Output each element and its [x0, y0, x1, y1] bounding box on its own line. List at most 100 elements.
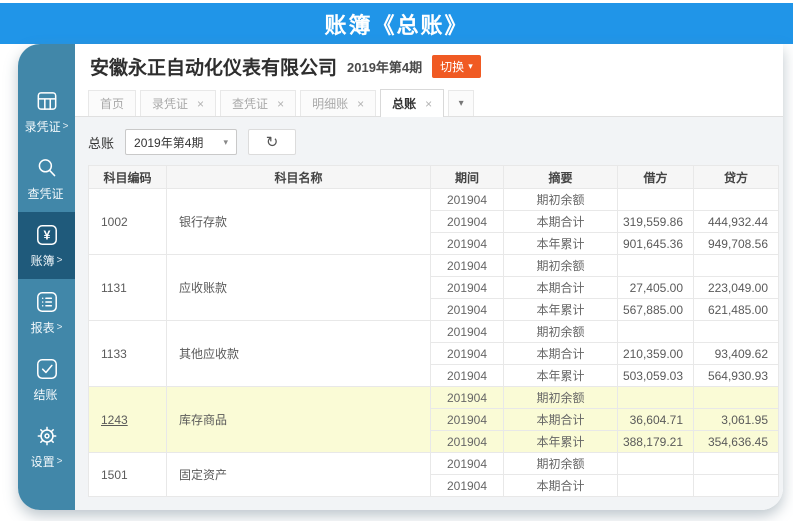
summary-cell: 本年累计 — [503, 298, 618, 321]
subject-name-cell: 固定资产 — [166, 452, 431, 497]
credit-cell: 621,485.00 — [693, 298, 779, 321]
gear-icon — [34, 423, 60, 449]
tab-close-icon[interactable]: × — [197, 97, 204, 111]
period-cell: 201904 — [430, 320, 504, 343]
table-row: 1131 应收账款 201904 期初余额 — [88, 254, 779, 321]
chevron-right-icon: > — [56, 322, 63, 333]
sidebar-item-label: 结账 — [33, 388, 58, 402]
main-panel: 安徽永正自动化仪表有限公司 2019年第4期 切换 ▾ 首页 录凭证 × 查凭证… — [75, 44, 783, 510]
debit-cell: 319,559.86 — [617, 210, 694, 233]
chevron-down-icon: ▾ — [458, 98, 464, 109]
debit-cell: 567,885.00 — [617, 298, 694, 321]
debit-cell: 503,059.03 — [617, 364, 694, 387]
credit-cell: 223,049.00 — [693, 276, 779, 299]
content-area: 总账 2019年第4期 ▾ ↻ 科目编码 科目名称 期间 摘要 借方 贷方 10… — [75, 117, 783, 510]
sidebar-item-closing[interactable]: 结账 — [18, 346, 75, 413]
debit-cell: 36,604.71 — [617, 408, 694, 431]
col-header-summary: 摘要 — [503, 165, 618, 189]
chevron-down-icon: ▾ — [468, 61, 473, 71]
tab-bar: 首页 录凭证 × 查凭证 × 明细账 × 总账 × ▾ — [75, 89, 783, 117]
tab-close-icon[interactable]: × — [277, 97, 284, 111]
col-header-credit: 贷方 — [693, 165, 779, 189]
tab-general-ledger[interactable]: 总账 × — [380, 89, 445, 117]
col-header-subject-name: 科目名称 — [166, 165, 431, 189]
summary-cell: 本年累计 — [503, 430, 618, 453]
sidebar-item-reports[interactable]: 报表 > — [18, 279, 75, 346]
col-header-debit: 借方 — [617, 165, 694, 189]
period-cell: 201904 — [430, 452, 504, 475]
table-row: 1133 其他应收款 201904 期初余额 — [88, 320, 779, 387]
subject-code-cell[interactable]: 1243 — [88, 386, 167, 453]
subject-code-cell[interactable]: 1133 — [88, 320, 167, 387]
tab-close-icon[interactable]: × — [357, 97, 364, 111]
subject-code-cell[interactable]: 1131 — [88, 254, 167, 321]
yuan-ledger-icon: ¥ — [34, 222, 60, 248]
refresh-button[interactable]: ↻ — [248, 129, 297, 155]
subject-name-cell: 应收账款 — [166, 254, 431, 321]
period-cell: 201904 — [430, 342, 504, 365]
tab-record-voucher[interactable]: 录凭证 × — [140, 90, 217, 116]
subject-name-cell: 其他应收款 — [166, 320, 431, 387]
tab-home[interactable]: 首页 — [88, 90, 137, 116]
credit-cell: 444,932.44 — [693, 210, 779, 233]
report-list-icon — [34, 289, 60, 315]
ledger-table: 科目编码 科目名称 期间 摘要 借方 贷方 1002 银行存款 201904 期… — [88, 165, 779, 497]
chevron-right-icon: > — [62, 121, 69, 132]
period-cell: 201904 — [430, 254, 504, 277]
tab-search-voucher[interactable]: 查凭证 × — [220, 90, 297, 116]
banner-title: 账簿《总账》 — [324, 12, 469, 38]
debit-cell — [617, 254, 694, 277]
subject-code-cell[interactable]: 1002 — [88, 188, 167, 255]
sidebar-item-settings[interactable]: 设置 > — [18, 413, 75, 480]
debit-cell: 388,179.21 — [617, 430, 694, 453]
table-row: 1243 库存商品 201904 期初余额 — [88, 386, 779, 453]
period-cell: 201904 — [430, 298, 504, 321]
period-cell: 201904 — [430, 386, 504, 409]
credit-cell: 3,061.95 — [693, 408, 779, 431]
sidebar-item-record-voucher[interactable]: 录凭证 > — [18, 78, 75, 145]
debit-cell — [617, 320, 694, 343]
summary-cell: 本年累计 — [503, 364, 618, 387]
tab-close-icon[interactable]: × — [425, 97, 432, 111]
app-window: 录凭证 > 查凭证 ¥ 账簿 > 报表 > 结账 设置 > 安徽永正自动化仪表有… — [18, 44, 783, 510]
credit-cell — [693, 474, 779, 497]
tab-detail-ledger[interactable]: 明细账 × — [300, 90, 377, 116]
period-cell: 201904 — [430, 276, 504, 299]
subject-code-link[interactable]: 1243 — [101, 413, 128, 427]
debit-cell: 27,405.00 — [617, 276, 694, 299]
current-period: 2019年第4期 — [347, 60, 423, 75]
sidebar-item-ledger[interactable]: ¥ 账簿 > — [18, 212, 75, 279]
svg-text:¥: ¥ — [43, 229, 50, 243]
summary-cell: 本期合计 — [503, 276, 618, 299]
toolbar-label: 总账 — [88, 135, 115, 151]
page-banner: 账簿《总账》 — [0, 3, 793, 44]
period-select-value: 2019年第4期 — [134, 135, 204, 150]
credit-cell: 354,636.45 — [693, 430, 779, 453]
period-select[interactable]: 2019年第4期 ▾ — [125, 129, 238, 155]
period-cell: 201904 — [430, 232, 504, 255]
summary-cell: 本期合计 — [503, 342, 618, 365]
period-cell: 201904 — [430, 408, 504, 431]
sidebar-item-label: 录凭证 — [24, 120, 61, 134]
credit-cell: 949,708.56 — [693, 232, 779, 255]
company-name: 安徽永正自动化仪表有限公司 — [90, 58, 338, 79]
period-cell: 201904 — [430, 210, 504, 233]
summary-cell: 期初余额 — [503, 254, 618, 277]
credit-cell — [693, 386, 779, 409]
tab-overflow-button[interactable]: ▾ — [448, 90, 475, 116]
table-header-row: 科目编码 科目名称 期间 摘要 借方 贷方 — [88, 165, 779, 189]
chevron-right-icon: > — [56, 456, 63, 467]
switch-period-button[interactable]: 切换 ▾ — [432, 55, 481, 78]
period-cell: 201904 — [430, 474, 504, 497]
summary-cell: 期初余额 — [503, 320, 618, 343]
subject-name-cell: 银行存款 — [166, 188, 431, 255]
voucher-form-icon — [34, 88, 60, 114]
credit-cell: 93,409.62 — [693, 342, 779, 365]
subject-code-cell[interactable]: 1501 — [88, 452, 167, 497]
table-row: 1501 固定资产 201904 期初余额 — [88, 452, 779, 497]
summary-cell: 期初余额 — [503, 452, 618, 475]
refresh-icon: ↻ — [265, 134, 279, 151]
sidebar-item-search-voucher[interactable]: 查凭证 — [18, 145, 75, 212]
period-cell: 201904 — [430, 188, 504, 211]
period-cell: 201904 — [430, 364, 504, 387]
